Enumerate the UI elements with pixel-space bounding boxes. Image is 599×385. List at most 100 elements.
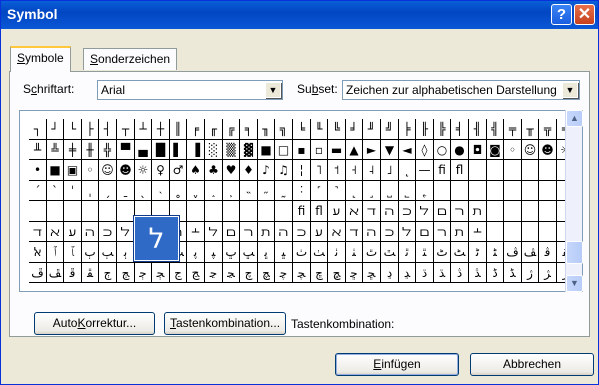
symbol-cell[interactable]: ﭣ xyxy=(381,242,399,263)
symbol-cell[interactable]: ﮉ xyxy=(504,263,522,283)
symbol-cell[interactable] xyxy=(240,201,258,222)
symbol-cell[interactable]: ┴ xyxy=(135,119,152,140)
symbol-cell[interactable]: ■ xyxy=(47,160,64,181)
symbol-cell[interactable]: ╕ xyxy=(240,119,258,140)
symbol-cell[interactable]: ﬡ xyxy=(346,201,363,222)
symbol-cell[interactable]: ﬩ xyxy=(469,222,487,242)
symbol-cell[interactable] xyxy=(434,181,451,201)
symbol-cell[interactable]: ﬣ xyxy=(381,201,399,222)
symbol-cell[interactable]: ﭢ xyxy=(363,242,381,263)
symbol-cell[interactable]: ﬥ xyxy=(416,201,434,222)
symbol-cell[interactable]: ˨ xyxy=(363,160,381,181)
symbol-cell[interactable]: ˸ xyxy=(293,181,311,201)
shortcut-button[interactable]: Tastenkombination... xyxy=(164,312,286,335)
symbol-cell[interactable]: ﬡ xyxy=(47,222,64,242)
symbol-cell[interactable]: ﬩ xyxy=(187,222,205,242)
symbol-cell[interactable] xyxy=(29,201,47,222)
symbol-cell[interactable]: ˼ xyxy=(363,181,381,201)
symbol-cell[interactable]: ╨ xyxy=(29,140,47,160)
symbol-cell[interactable]: ▓ xyxy=(240,140,258,160)
symbol-cell[interactable]: ▒ xyxy=(223,140,240,160)
cancel-button[interactable]: Abbrechen xyxy=(470,353,594,376)
symbol-cell[interactable] xyxy=(117,201,135,222)
symbol-cell[interactable]: ┤ xyxy=(99,119,117,140)
symbol-cell[interactable]: ♣ xyxy=(205,160,223,181)
symbol-cell[interactable]: ﭦ xyxy=(434,242,451,263)
symbol-cell[interactable]: ﮁ xyxy=(363,263,381,283)
symbol-cell[interactable]: ﬤ xyxy=(293,222,311,242)
symbol-cell[interactable]: ﬧ xyxy=(434,222,451,242)
symbol-cell[interactable]: ﬢ xyxy=(29,222,47,242)
symbol-cell[interactable]: ▀ xyxy=(117,140,135,160)
symbol-cell[interactable]: ﭮ xyxy=(29,263,47,283)
symbol-cell[interactable]: ♠ xyxy=(187,160,205,181)
symbol-cell[interactable]: ˽ xyxy=(381,181,399,201)
symbol-cell[interactable]: ╚ xyxy=(328,119,346,140)
scroll-up-icon[interactable]: ▲ xyxy=(566,110,583,127)
symbol-cell[interactable]: ﭥ xyxy=(416,242,434,263)
symbol-cell[interactable]: ╝ xyxy=(381,119,399,140)
symbol-cell[interactable]: ﬦ xyxy=(223,222,240,242)
symbol-cell[interactable] xyxy=(522,222,539,242)
symbol-cell[interactable]: ﭻ xyxy=(258,263,275,283)
symbol-cell[interactable]: ﬦ xyxy=(416,222,434,242)
symbol-cell[interactable] xyxy=(223,201,240,222)
symbol-cell[interactable]: ﭡ xyxy=(346,242,363,263)
symbol-cell[interactable]: ╪ xyxy=(64,140,82,160)
symbol-cell[interactable]: ╖ xyxy=(258,119,275,140)
symbol-cell[interactable]: — xyxy=(416,160,434,181)
symbol-cell[interactable]: ˛ xyxy=(399,160,416,181)
symbol-cell[interactable]: ﭔ xyxy=(117,242,135,263)
symbol-cell[interactable]: ﮊ xyxy=(522,263,539,283)
symbol-cell[interactable]: ﭺ xyxy=(240,263,258,283)
symbol-cell[interactable]: ﭜ xyxy=(258,242,275,263)
symbol-cell[interactable] xyxy=(539,201,557,222)
symbol-cell[interactable]: ╛ xyxy=(346,119,363,140)
symbol-cell[interactable]: ┘ xyxy=(47,119,64,140)
symbol-cell[interactable] xyxy=(504,160,522,181)
symbol-cell[interactable]: ◄ xyxy=(399,140,416,160)
symbol-cell[interactable]: ┼ xyxy=(152,119,170,140)
symbol-cell[interactable]: ˲ xyxy=(223,181,240,201)
symbol-cell[interactable]: ☺ xyxy=(522,140,539,160)
symbol-cell[interactable]: ▣ xyxy=(64,160,82,181)
symbol-cell[interactable]: ▫ xyxy=(311,140,328,160)
symbol-cell[interactable]: ﬂ xyxy=(451,160,469,181)
symbol-cell[interactable]: ﮂ xyxy=(381,263,399,283)
symbol-cell[interactable]: ▲ xyxy=(346,140,363,160)
autocorrect-button[interactable]: AutoKorrektur... xyxy=(34,312,155,335)
symbol-cell[interactable]: ﭓ xyxy=(99,242,117,263)
symbol-cell[interactable]: ╡ xyxy=(451,119,469,140)
symbol-cell[interactable]: ﬨ xyxy=(451,222,469,242)
symbol-cell[interactable] xyxy=(64,201,82,222)
symbol-cell[interactable]: ﬂ xyxy=(311,201,328,222)
symbol-cell[interactable]: ├ xyxy=(82,119,99,140)
symbol-cell[interactable]: ﭨ xyxy=(469,242,487,263)
font-select[interactable]: Arial ▼ xyxy=(97,80,283,100)
symbol-cell[interactable]: ﮅ xyxy=(434,263,451,283)
symbol-cell[interactable] xyxy=(539,160,557,181)
symbol-cell[interactable]: ˋ xyxy=(47,181,64,201)
symbol-cell[interactable] xyxy=(258,201,275,222)
subset-select[interactable]: Zeichen zur alphabetischen Darstellung ▼ xyxy=(342,80,580,100)
symbol-cell[interactable]: ﭴ xyxy=(135,263,152,283)
symbol-cell[interactable]: ﬤ xyxy=(399,201,416,222)
symbol-cell[interactable] xyxy=(539,181,557,201)
tab-symbole[interactable]: Symbole xyxy=(10,46,71,72)
scroll-down-icon[interactable]: ▼ xyxy=(566,275,583,292)
symbol-cell[interactable] xyxy=(47,201,64,222)
symbol-cell[interactable]: ► xyxy=(363,140,381,160)
symbol-cell[interactable]: ﭝ xyxy=(275,242,293,263)
symbol-cell[interactable]: ﬦ xyxy=(434,201,451,222)
symbol-cell[interactable]: ˶ xyxy=(258,181,275,201)
symbol-cell[interactable]: ◦ xyxy=(504,140,522,160)
close-button[interactable]: ✕ xyxy=(574,4,595,25)
symbol-cell[interactable]: ﬠ xyxy=(64,222,82,242)
symbol-cell[interactable]: ■ xyxy=(258,140,275,160)
symbol-cell[interactable]: █ xyxy=(152,140,170,160)
symbol-cell[interactable]: ╠ xyxy=(434,119,451,140)
symbol-cell[interactable]: ﬥ xyxy=(117,222,135,242)
symbol-cell[interactable]: ﭏ xyxy=(29,242,47,263)
symbol-cell[interactable]: ☻ xyxy=(117,160,135,181)
symbol-cell[interactable]: ﬠ xyxy=(328,201,346,222)
